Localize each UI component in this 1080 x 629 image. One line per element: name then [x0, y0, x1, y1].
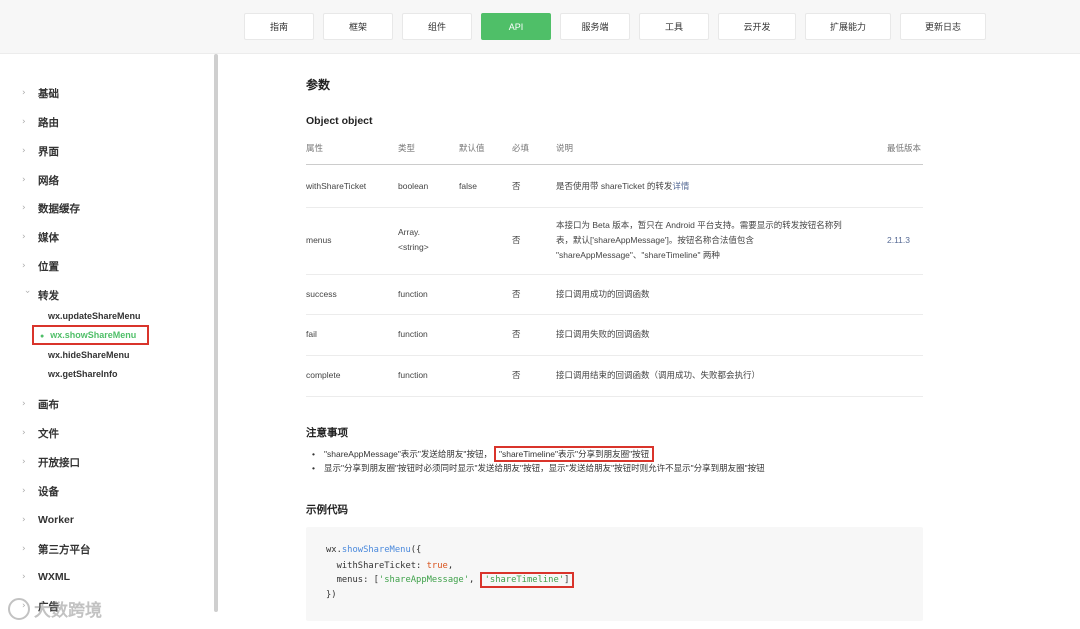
table-row: menus Array. <string> 否 本接口为 Beta 版本，暂只在 … [306, 208, 923, 275]
nav-tab-server[interactable]: 服务端 [560, 13, 630, 40]
top-nav: 指南 框架 组件 API 服务端 工具 云开发 扩展能力 更新日志 [244, 13, 986, 40]
cell-type: Array. <string> [398, 227, 429, 252]
cell-name: withShareTicket [306, 181, 367, 191]
sidebar-subitem-show-share-menu[interactable]: ● wx.showShareMenu [32, 325, 150, 345]
sidebar-item-device[interactable]: › 设备 [22, 482, 59, 500]
highlight-box: 'shareTimeline'] [479, 572, 575, 588]
cell-description: 本接口为 Beta 版本，暂只在 Android 平台支持。需要显示的转发按钮名… [556, 220, 842, 260]
cell-type: function [398, 370, 428, 380]
col-header-default: 默认值 [459, 143, 485, 153]
cell-name: menus [306, 235, 332, 245]
cell-description: 接口调用结束的回调函数（调用成功、失败都会执行） [556, 370, 761, 380]
top-navigation-bar: 指南 框架 组件 API 服务端 工具 云开发 扩展能力 更新日志 [0, 0, 1080, 54]
code-block: wx.showShareMenu({ withShareTicket: true… [306, 527, 923, 621]
sidebar-item-location[interactable]: › 位置 [22, 257, 59, 275]
cell-name: fail [306, 329, 317, 339]
chevron-right-icon: › [22, 261, 26, 271]
table-row: success function 否 接口调用成功的回调函数 [306, 275, 923, 315]
chevron-right-icon: › [22, 486, 26, 496]
cell-description: 接口调用失败的回调函数 [556, 329, 650, 339]
sidebar-item-route[interactable]: › 路由 [22, 113, 59, 131]
highlight-box: "shareTimeline"表示"分享到朋友圈"按钮 [493, 446, 655, 462]
object-heading: Object object [306, 115, 373, 127]
nav-tab-changelog[interactable]: 更新日志 [900, 13, 986, 40]
nav-tab-guide[interactable]: 指南 [244, 13, 314, 40]
cell-default: false [459, 181, 477, 191]
table-row: complete function 否 接口调用结束的回调函数（调用成功、失败都… [306, 356, 923, 397]
col-header-min-version: 最低版本 [887, 143, 922, 153]
code-line: wx.showShareMenu({ [326, 545, 422, 555]
table-row: withShareTicket boolean false 否 是否使用带 sh… [306, 165, 923, 208]
code-line: menus: ['shareAppMessage', 'shareTimelin… [326, 572, 575, 588]
cell-description: 是否使用带 shareTicket 的转发详情 [556, 181, 690, 191]
sidebar-item-open-api[interactable]: › 开放接口 [22, 453, 80, 471]
code-line: withShareTicket: true, [326, 561, 454, 571]
col-header-type: 类型 [398, 143, 416, 153]
cell-description: 接口调用成功的回调函数 [556, 289, 650, 299]
chevron-right-icon: › [22, 457, 26, 467]
details-link[interactable]: 详情 [672, 181, 689, 191]
notes-list: "shareAppMessage"表示"发送给朋友"按钮，"shareTimel… [312, 446, 765, 475]
chevron-right-icon: › [22, 117, 26, 127]
sidebar-item-file[interactable]: › 文件 [22, 424, 59, 442]
sidebar-item-wxml[interactable]: › WXML [22, 568, 70, 586]
nav-tab-api[interactable]: API [481, 13, 551, 40]
col-header-required: 必填 [512, 143, 530, 153]
sidebar-item-third-party[interactable]: › 第三方平台 [22, 540, 91, 558]
cell-type: function [398, 289, 428, 299]
chevron-down-icon: › [22, 290, 32, 294]
nav-tab-extensions[interactable]: 扩展能力 [805, 13, 891, 40]
sidebar-item-media[interactable]: › 媒体 [22, 228, 59, 246]
sidebar-item-basic[interactable]: › 基础 [22, 84, 59, 102]
chevron-right-icon: › [22, 572, 26, 582]
sidebar-item-network[interactable]: › 网络 [22, 171, 59, 189]
sidebar-subitem-hide-share-menu[interactable]: wx.hideShareMenu [48, 350, 130, 360]
list-item: 显示"分享到朋友圈"按钮时必须同时显示"发送给朋友"按钮，显示"发送给朋友"按钮… [312, 461, 765, 475]
sidebar-subitem-get-share-info[interactable]: wx.getShareInfo [48, 369, 118, 379]
cell-required: 否 [512, 289, 521, 299]
notes-heading: 注意事项 [306, 427, 348, 439]
cell-type: function [398, 329, 428, 339]
cell-required: 否 [512, 329, 521, 339]
nav-tab-components[interactable]: 组件 [402, 13, 472, 40]
sidebar-scrollbar[interactable] [214, 54, 218, 612]
table-row: fail function 否 接口调用失败的回调函数 [306, 315, 923, 356]
cell-required: 否 [512, 235, 521, 245]
chevron-right-icon: › [22, 232, 26, 242]
sidebar-item-storage[interactable]: › 数据缓存 [22, 199, 80, 217]
chevron-right-icon: › [22, 399, 26, 409]
sidebar-item-canvas[interactable]: › 画布 [22, 395, 59, 413]
sidebar-item-ui[interactable]: › 界面 [22, 142, 59, 160]
bullet-icon: ● [40, 333, 45, 340]
cell-type: boolean [398, 181, 429, 191]
params-heading: 参数 [306, 78, 331, 92]
col-header-description: 说明 [556, 143, 574, 153]
nav-tab-framework[interactable]: 框架 [323, 13, 393, 40]
cell-min-version[interactable]: 2.11.3 [887, 233, 910, 248]
chevron-right-icon: › [22, 88, 26, 98]
sidebar-subitem-update-share-menu[interactable]: wx.updateShareMenu [48, 311, 141, 321]
cell-name: success [306, 289, 337, 299]
cell-name: complete [306, 370, 341, 380]
cell-required: 否 [512, 181, 521, 191]
nav-tab-cloud[interactable]: 云开发 [718, 13, 796, 40]
nav-tab-tools[interactable]: 工具 [639, 13, 709, 40]
cell-required: 否 [512, 370, 521, 380]
sidebar-item-share[interactable]: › 转发 [22, 286, 59, 304]
col-header-property: 属性 [306, 143, 324, 153]
chevron-right-icon: › [22, 175, 26, 185]
watermark: 大数跨境 [8, 596, 102, 621]
chevron-right-icon: › [22, 203, 26, 213]
chevron-right-icon: › [22, 428, 26, 438]
chevron-right-icon: › [22, 544, 26, 554]
watermark-logo-icon [8, 597, 30, 620]
code-line: }) [326, 590, 337, 600]
list-item: "shareAppMessage"表示"发送给朋友"按钮，"shareTimel… [312, 446, 765, 462]
example-heading: 示例代码 [306, 504, 348, 516]
chevron-right-icon: › [22, 146, 26, 156]
sidebar-item-worker[interactable]: › Worker [22, 511, 74, 529]
chevron-right-icon: › [22, 515, 26, 525]
